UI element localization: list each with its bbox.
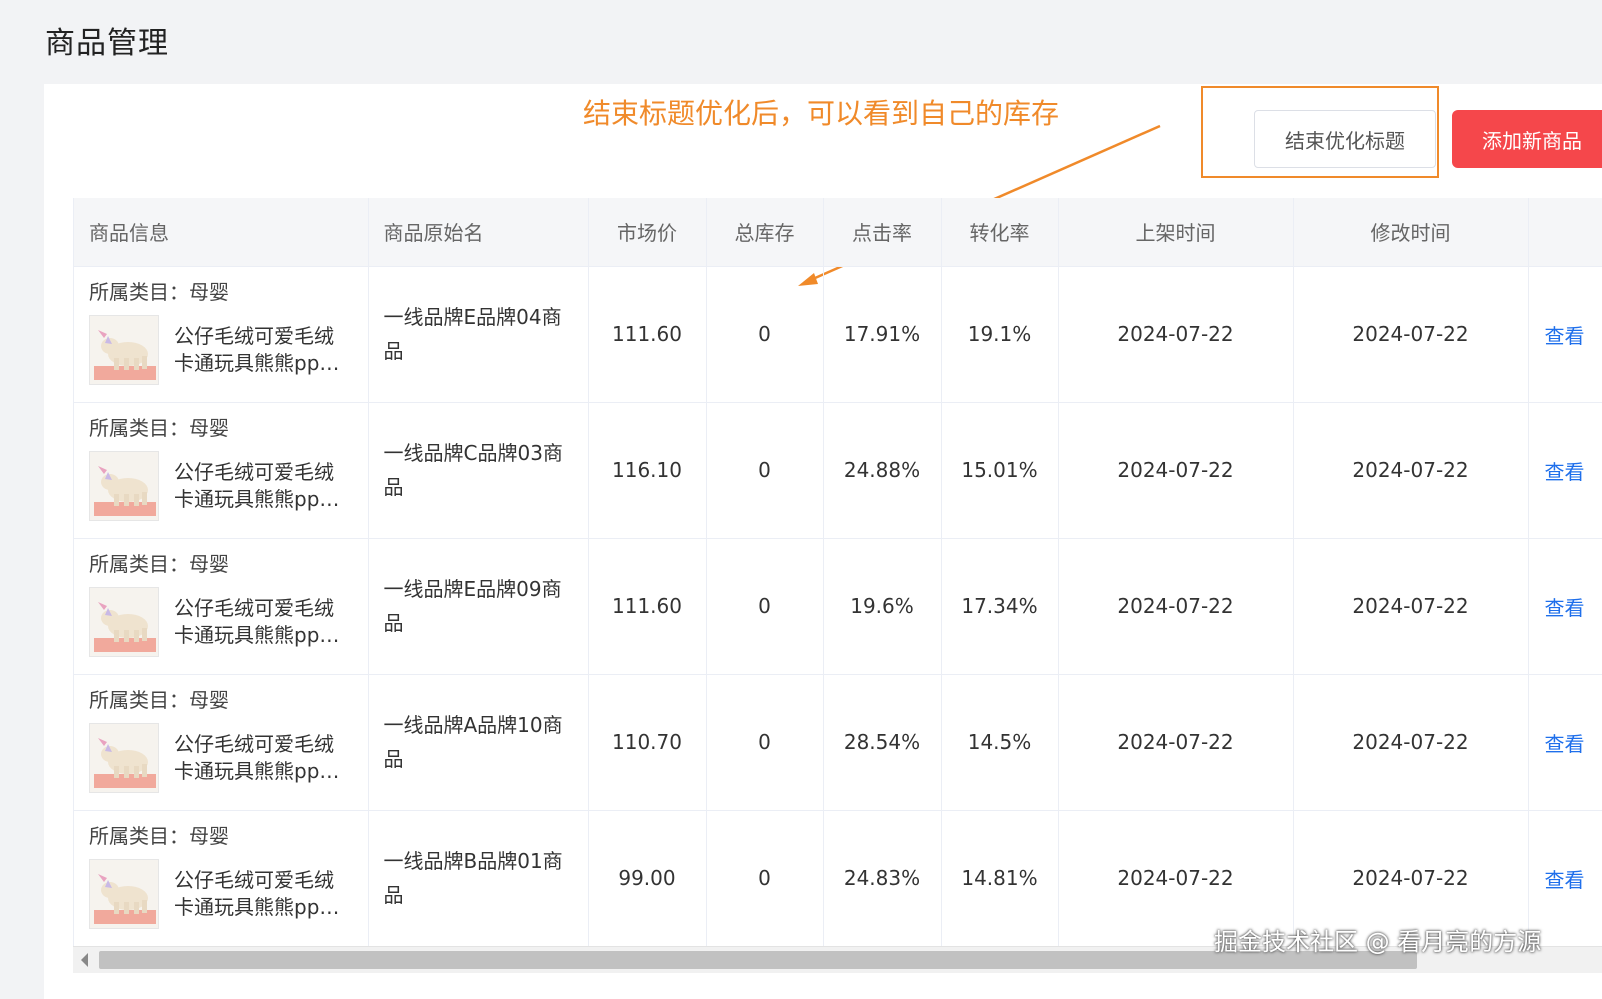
- original-name-cell: 一线品牌C品牌03商品: [368, 402, 589, 539]
- table-row: 所属类目：母婴 公仔毛绒可爱毛绒卡通玩具熊熊pp棉填充玩: [74, 266, 1602, 403]
- product-title[interactable]: 公仔毛绒可爱毛绒卡通玩具熊熊pp棉填充玩偶: [174, 459, 349, 513]
- col-header-market-price[interactable]: 市场价: [588, 198, 707, 267]
- conversion-rate-cell: 14.81%: [941, 810, 1059, 946]
- click-rate-cell: 17.91%: [823, 266, 942, 403]
- col-header-click-rate[interactable]: 点击率: [823, 198, 942, 267]
- product-title[interactable]: 公仔毛绒可爱毛绒卡通玩具熊熊pp棉填充玩偶: [174, 731, 349, 785]
- view-link[interactable]: 查看: [1528, 538, 1602, 675]
- listed-time-cell: 2024-07-22: [1058, 266, 1294, 403]
- listed-time-cell: 2024-07-22: [1058, 402, 1294, 539]
- col-header-conversion-rate[interactable]: 转化率: [941, 198, 1059, 267]
- modified-time-cell: 2024-07-22: [1293, 538, 1529, 675]
- view-link[interactable]: 查看: [1528, 266, 1602, 403]
- market-price-cell: 111.60: [588, 538, 707, 675]
- total-stock-cell: 0: [706, 266, 824, 403]
- product-info-cell: 所属类目：母婴 公仔毛绒可爱毛绒卡通玩具熊熊pp棉填充玩: [74, 402, 369, 539]
- col-header-original-name[interactable]: 商品原始名: [368, 198, 589, 267]
- category-label: 所属类目：母婴: [89, 279, 229, 304]
- view-link[interactable]: 查看: [1528, 674, 1602, 811]
- conversion-rate-cell: 19.1%: [941, 266, 1059, 403]
- col-header-actions: [1528, 198, 1602, 267]
- click-rate-cell: 24.83%: [823, 810, 942, 946]
- product-title[interactable]: 公仔毛绒可爱毛绒卡通玩具熊熊pp棉填充玩偶: [174, 595, 349, 649]
- add-product-button[interactable]: 添加新商品: [1452, 110, 1602, 168]
- category-label: 所属类目：母婴: [89, 551, 229, 576]
- product-title[interactable]: 公仔毛绒可爱毛绒卡通玩具熊熊pp棉填充玩偶: [174, 867, 349, 921]
- modified-time-cell: 2024-07-22: [1293, 674, 1529, 811]
- total-stock-cell: 0: [706, 402, 824, 539]
- listed-time-cell: 2024-07-22: [1058, 674, 1294, 811]
- table-row: 所属类目：母婴 公仔毛绒可爱毛绒卡通玩具熊熊pp棉填充玩: [74, 538, 1602, 675]
- click-rate-cell: 19.6%: [823, 538, 942, 675]
- product-table: 商品信息 商品原始名 市场价 总库存 点击率 转化率 上架时间 修改时间 所属类…: [73, 198, 1602, 946]
- col-header-modified-time[interactable]: 修改时间: [1293, 198, 1529, 267]
- original-name-cell: 一线品牌B品牌01商品: [368, 810, 589, 946]
- table-header-row: 商品信息 商品原始名 市场价 总库存 点击率 转化率 上架时间 修改时间: [74, 198, 1602, 267]
- original-name-cell: 一线品牌E品牌04商品: [368, 266, 589, 403]
- market-price-cell: 99.00: [588, 810, 707, 946]
- scroll-left-icon[interactable]: [81, 953, 88, 967]
- market-price-cell: 111.60: [588, 266, 707, 403]
- total-stock-cell: 0: [706, 538, 824, 675]
- annotation-text: 结束标题优化后，可以看到自己的库存: [583, 97, 1060, 130]
- page-title: 商品管理: [45, 26, 169, 61]
- product-info-cell: 所属类目：母婴 公仔毛绒可爱毛绒卡通玩具熊熊pp棉填充玩: [74, 266, 369, 403]
- modified-time-cell: 2024-07-22: [1293, 266, 1529, 403]
- original-name-cell: 一线品牌E品牌09商品: [368, 538, 589, 675]
- product-title[interactable]: 公仔毛绒可爱毛绒卡通玩具熊熊pp棉填充玩偶: [174, 323, 349, 377]
- market-price-cell: 116.10: [588, 402, 707, 539]
- col-header-total-stock[interactable]: 总库存: [706, 198, 824, 267]
- total-stock-cell: 0: [706, 810, 824, 946]
- product-thumbnail[interactable]: [89, 450, 159, 521]
- market-price-cell: 110.70: [588, 674, 707, 811]
- col-header-product-info[interactable]: 商品信息: [74, 198, 369, 267]
- conversion-rate-cell: 17.34%: [941, 538, 1059, 675]
- modified-time-cell: 2024-07-22: [1293, 402, 1529, 539]
- click-rate-cell: 24.88%: [823, 402, 942, 539]
- product-info-cell: 所属类目：母婴 公仔毛绒可爱毛绒卡通玩具熊熊pp棉填充玩: [74, 810, 369, 946]
- table-row: 所属类目：母婴 公仔毛绒可爱毛绒卡通玩具熊熊pp棉填充玩: [74, 674, 1602, 811]
- col-header-listed-time[interactable]: 上架时间: [1058, 198, 1294, 267]
- product-thumbnail[interactable]: [89, 858, 159, 929]
- original-name-cell: 一线品牌A品牌10商品: [368, 674, 589, 811]
- category-label: 所属类目：母婴: [89, 823, 229, 848]
- table-row: 所属类目：母婴 公仔毛绒可爱毛绒卡通玩具熊熊pp棉填充玩: [74, 402, 1602, 539]
- total-stock-cell: 0: [706, 674, 824, 811]
- product-thumbnail[interactable]: [89, 314, 159, 385]
- view-link[interactable]: 查看: [1528, 402, 1602, 539]
- listed-time-cell: 2024-07-22: [1058, 538, 1294, 675]
- conversion-rate-cell: 14.5%: [941, 674, 1059, 811]
- product-thumbnail[interactable]: [89, 722, 159, 793]
- click-rate-cell: 28.54%: [823, 674, 942, 811]
- end-title-optimization-button[interactable]: 结束优化标题: [1254, 110, 1436, 168]
- category-label: 所属类目：母婴: [89, 687, 229, 712]
- product-info-cell: 所属类目：母婴 公仔毛绒可爱毛绒卡通玩具熊熊pp棉填充玩: [74, 538, 369, 675]
- watermark: 掘金技术社区 @ 看月亮的方源: [1214, 928, 1542, 956]
- product-info-cell: 所属类目：母婴 公仔毛绒可爱毛绒卡通玩具熊熊pp棉填充玩: [74, 674, 369, 811]
- product-thumbnail[interactable]: [89, 586, 159, 657]
- conversion-rate-cell: 15.01%: [941, 402, 1059, 539]
- category-label: 所属类目：母婴: [89, 415, 229, 440]
